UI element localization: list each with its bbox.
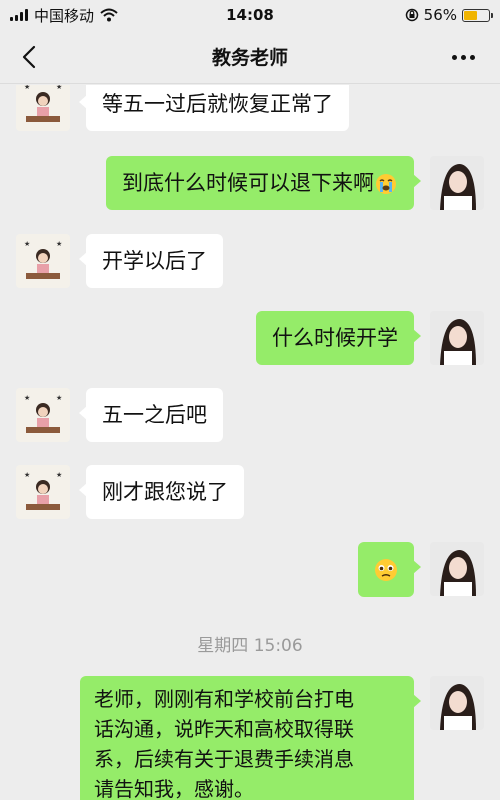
battery-icon [462, 8, 493, 22]
message-bubble[interactable]: 开学以后了 [79, 234, 223, 288]
user-avatar[interactable] [430, 311, 484, 365]
message-text-line: 老师，刚刚有和学校前台打电 [94, 687, 354, 711]
svg-text:★: ★ [24, 240, 30, 248]
teacher-avatar[interactable]: ★ ★ [16, 234, 70, 288]
chevron-left-icon [22, 45, 36, 69]
message-text: 刚才跟您说了 [102, 480, 228, 504]
user-avatar-image [430, 156, 484, 210]
chat-title: 教务老师 [211, 47, 288, 69]
message-incoming: ★ ★ 刚才跟您说了 [16, 465, 244, 519]
teacher-avatar[interactable]: ★ ★ [16, 465, 70, 519]
more-dots-icon [451, 54, 457, 60]
nav-bar: 教务老师 [0, 30, 500, 84]
message-text: 开学以后了 [102, 249, 207, 273]
message-incoming: ★ ★ 开学以后了 [16, 234, 223, 288]
teacher-avatar[interactable]: ★ ★ [16, 388, 70, 442]
message-outgoing: 什么时候开学 [256, 311, 484, 365]
crying-face-icon [376, 174, 396, 194]
more-dot [460, 54, 466, 60]
chat-area[interactable]: ★ ★ 等五一过后就恢复正常了 到底什么时候可以退下来啊 ★ ★ 开学以后了 什… [0, 85, 500, 800]
carrier-label: 中国移动 [34, 6, 95, 25]
user-avatar[interactable] [430, 676, 484, 730]
message-bubble[interactable]: 老师，刚刚有和学校前台打电 话沟通，说昨天和高校取得联 系，后续有关于退费手续消… [80, 676, 421, 800]
svg-text:★: ★ [56, 394, 62, 402]
teacher-avatar-image: ★ ★ [16, 465, 70, 519]
message-outgoing: 老师，刚刚有和学校前台打电 话沟通，说昨天和高校取得联 系，后续有关于退费手续消… [80, 676, 484, 800]
message-text: 什么时候开学 [272, 326, 398, 350]
message-bubble[interactable]: 刚才跟您说了 [79, 465, 244, 519]
message-bubble[interactable]: 到底什么时候可以退下来啊 [106, 156, 421, 210]
svg-text:★: ★ [56, 85, 62, 91]
message-incoming: ★ ★ 等五一过后就恢复正常了 [16, 85, 349, 131]
message-text: 等五一过后就恢复正常了 [102, 92, 333, 116]
teacher-avatar[interactable]: ★ ★ [16, 85, 70, 131]
message-bubble[interactable]: 什么时候开学 [256, 311, 421, 365]
svg-text:★: ★ [24, 471, 30, 479]
message-outgoing: 到底什么时候可以退下来啊 [106, 156, 484, 210]
pleading-face-icon [375, 559, 397, 581]
user-avatar-image [430, 676, 484, 730]
svg-text:★: ★ [24, 85, 30, 91]
user-avatar[interactable] [430, 156, 484, 210]
status-right: 56% [405, 6, 493, 24]
message-text: 到底什么时候可以退下来啊 [122, 171, 374, 195]
message-bubble[interactable] [358, 542, 421, 597]
message-incoming: ★ ★ 五一之后吧 [16, 388, 223, 442]
message-text: 五一之后吧 [102, 403, 207, 427]
message-text-line: 系，后续有关于退费手续消息 [94, 747, 354, 771]
svg-text:★: ★ [56, 471, 62, 479]
svg-text:★: ★ [24, 394, 30, 402]
status-bar: 中国移动 14:08 56% [0, 0, 500, 30]
message-outgoing [358, 542, 484, 597]
svg-text:★: ★ [56, 240, 62, 248]
rotation-lock-icon [405, 8, 418, 22]
battery-percent: 56% [423, 6, 457, 24]
teacher-avatar-image: ★ ★ [16, 85, 70, 131]
message-text-line: 话沟通，说昨天和高校取得联 [94, 717, 354, 741]
user-avatar[interactable] [430, 542, 484, 596]
user-avatar-image [430, 311, 484, 365]
teacher-avatar-image: ★ ★ [16, 234, 70, 288]
teacher-avatar-image: ★ ★ [16, 388, 70, 442]
wifi-icon [100, 8, 118, 22]
more-button[interactable] [448, 42, 478, 72]
chat-timestamp: 星期四 15:06 [197, 636, 303, 656]
message-bubble[interactable]: 五一之后吧 [79, 388, 223, 442]
user-avatar-image [430, 542, 484, 596]
battery-fill [464, 10, 478, 20]
back-button[interactable] [14, 42, 44, 72]
more-dot [469, 54, 475, 60]
message-text-line: 请告知我，感谢。 [94, 777, 254, 800]
signal-icon [10, 9, 28, 21]
status-left: 中国移动 [10, 5, 118, 26]
message-bubble[interactable]: 等五一过后就恢复正常了 [79, 85, 349, 131]
